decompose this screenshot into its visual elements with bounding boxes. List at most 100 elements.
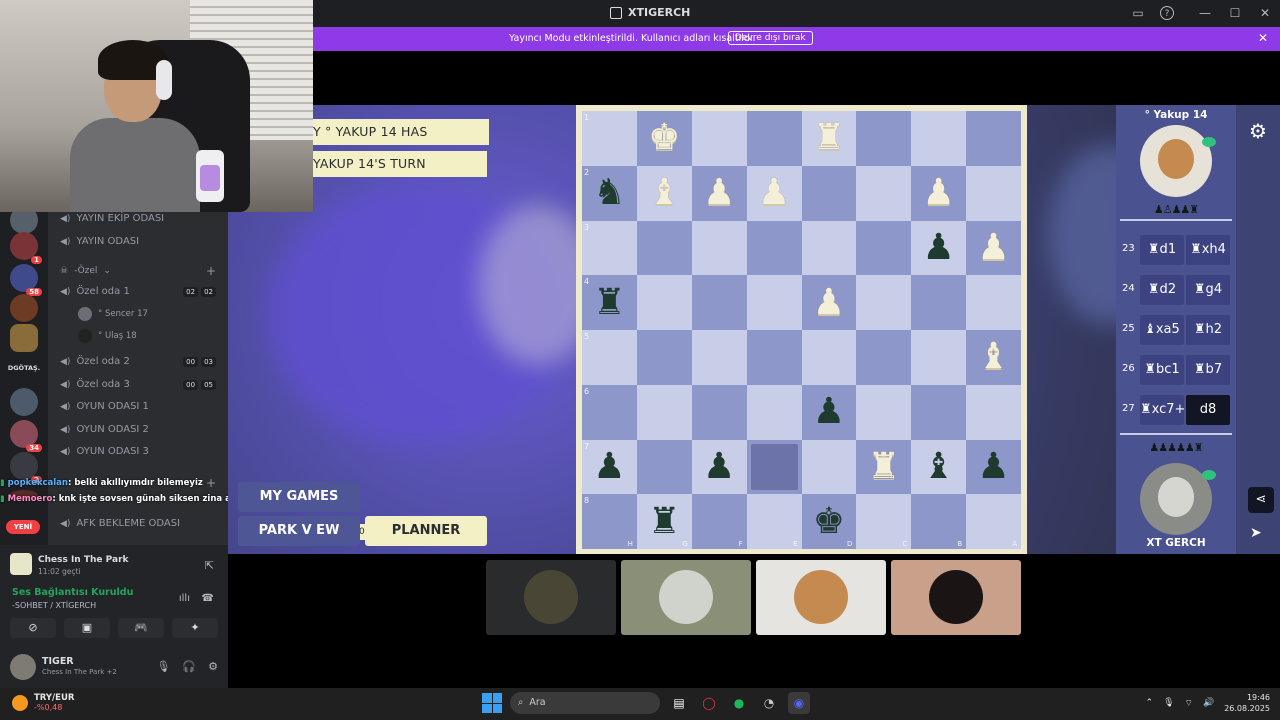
- board-square[interactable]: 6: [582, 384, 637, 440]
- activity-card[interactable]: Chess In The Park 11:02 geçti ⇱: [8, 549, 220, 583]
- board-square[interactable]: [746, 439, 802, 495]
- black-piece-R[interactable]: ♜: [648, 503, 680, 540]
- board-square[interactable]: [856, 384, 912, 440]
- board-square[interactable]: [801, 220, 857, 276]
- channel-yayin-odasi[interactable]: ◀) YAYIN ODASI: [60, 236, 139, 247]
- board-square[interactable]: [636, 330, 692, 385]
- board-square[interactable]: ♟: [746, 165, 802, 221]
- chevron-up-icon[interactable]: ⌃: [1146, 698, 1154, 708]
- channel-oyun-odasi-3[interactable]: ◀) OYUN ODASI 3: [60, 446, 149, 457]
- microphone-icon[interactable]: 🎙: [156, 660, 170, 673]
- app-icon[interactable]: ◔: [758, 692, 780, 714]
- file-icon[interactable]: ▤: [668, 692, 690, 714]
- board-square[interactable]: [856, 330, 912, 385]
- channel-afk[interactable]: ◀) AFK BEKLEME ODASI: [60, 518, 180, 529]
- board-square[interactable]: B: [911, 494, 967, 549]
- white-move[interactable]: ♝xa5: [1140, 315, 1184, 345]
- white-move[interactable]: ♜d1: [1140, 235, 1184, 265]
- black-piece-N[interactable]: ♞: [593, 175, 625, 211]
- board-square[interactable]: ♟: [966, 439, 1021, 495]
- volume-icon[interactable]: 🔊: [1203, 698, 1214, 708]
- taskbar-search[interactable]: ⌕ Ara: [510, 692, 660, 714]
- minimize-icon[interactable]: —: [1190, 0, 1220, 27]
- close-window-icon[interactable]: ✕: [1250, 0, 1280, 27]
- board-square[interactable]: [911, 111, 967, 166]
- white-piece-K[interactable]: ♚: [648, 120, 680, 156]
- board-square[interactable]: ♝: [966, 330, 1021, 385]
- leave-activity-icon[interactable]: ⇱: [205, 559, 214, 572]
- board-square[interactable]: ♟: [691, 165, 747, 221]
- board-square[interactable]: [636, 220, 692, 276]
- opponent-avatar[interactable]: [1140, 125, 1212, 197]
- screen-share-icon[interactable]: ▣: [64, 618, 110, 638]
- board-square[interactable]: A: [966, 494, 1021, 549]
- channel-oyun-odasi-2[interactable]: ◀) OYUN ODASI 2: [60, 424, 149, 435]
- black-piece-R[interactable]: ♜: [593, 284, 625, 321]
- spotify-icon[interactable]: ●: [728, 692, 750, 714]
- board-square[interactable]: [966, 165, 1021, 221]
- board-square[interactable]: [911, 275, 967, 330]
- board-square[interactable]: [636, 439, 692, 495]
- inbox-icon[interactable]: ▭: [1131, 6, 1145, 20]
- voice-channel-path[interactable]: -SOHBET / XTİGERCH: [12, 601, 96, 610]
- white-move[interactable]: ♜xc7+: [1140, 395, 1185, 425]
- white-move[interactable]: ♜d2: [1140, 275, 1184, 305]
- disconnect-icon[interactable]: ☎: [202, 593, 214, 604]
- send-icon[interactable]: ➤: [1250, 525, 1262, 541]
- board-square[interactable]: ♟: [801, 275, 857, 330]
- black-piece-P[interactable]: ♟: [813, 394, 845, 430]
- board-square[interactable]: [966, 384, 1021, 440]
- black-piece-P[interactable]: ♟: [703, 448, 735, 485]
- white-piece-R[interactable]: ♜: [868, 448, 900, 485]
- channel-yayin-ekip[interactable]: ◀) YAYIN EKİP ODASI: [60, 213, 164, 224]
- white-piece-P[interactable]: ♟: [977, 229, 1009, 266]
- username[interactable]: TIGER: [42, 656, 74, 667]
- avatar[interactable]: [10, 654, 36, 680]
- black-move[interactable]: d8: [1186, 395, 1230, 425]
- board-square[interactable]: [746, 384, 802, 440]
- opera-icon[interactable]: ◯: [698, 692, 720, 714]
- black-piece-P[interactable]: ♟: [593, 448, 625, 485]
- black-piece-P[interactable]: ♟: [923, 229, 955, 266]
- board-square[interactable]: [856, 220, 912, 276]
- white-piece-P[interactable]: ♟: [813, 284, 845, 321]
- help-icon[interactable]: ?: [1160, 6, 1174, 20]
- board-square[interactable]: [966, 275, 1021, 330]
- server-icon-8[interactable]: 2: [10, 452, 42, 484]
- soundboard-icon[interactable]: ✦: [172, 618, 218, 638]
- server-icon-7[interactable]: 34: [10, 420, 42, 452]
- board-square[interactable]: ♜: [801, 111, 857, 166]
- board-grid[interactable]: 1 ♚ ♜ 2 ♞ ♝ ♟ ♟ ♟ 3 ♟ ♟ 4 ♜ ♟ 5 ♝ 6 ♟ 7 ♟ ♟ ♜ ♝ ♟ 8 H G ♜ F E D ♚ C B A: [582, 111, 1021, 549]
- white-piece-B[interactable]: ♝: [977, 339, 1009, 375]
- channel-ozel-oda-1[interactable]: ◀) Özel oda 1: [60, 286, 130, 297]
- server-icon-2[interactable]: 1: [10, 232, 42, 264]
- share-icon[interactable]: ⋖: [1248, 487, 1274, 513]
- board-square[interactable]: [856, 111, 912, 166]
- board-square[interactable]: C: [856, 494, 912, 549]
- black-piece-K[interactable]: ♚: [813, 503, 845, 540]
- ticker-widget[interactable]: TRY/EUR -%0,48: [12, 693, 74, 712]
- board-square[interactable]: ♝: [911, 439, 967, 495]
- board-square[interactable]: [746, 111, 802, 166]
- board-square[interactable]: 5: [582, 330, 637, 385]
- black-move[interactable]: ♜xh4: [1186, 235, 1230, 265]
- black-move[interactable]: ♜h2: [1186, 315, 1230, 345]
- white-piece-R[interactable]: ♜: [813, 120, 845, 156]
- wifi-icon[interactable]: ⌔: [1185, 698, 1193, 709]
- add-channel-icon[interactable]: +: [206, 264, 216, 278]
- board-square[interactable]: ♟: [801, 384, 857, 440]
- board-square[interactable]: [691, 384, 747, 440]
- black-piece-B[interactable]: ♝: [923, 448, 955, 485]
- camera-off-icon[interactable]: ⊘: [10, 618, 56, 638]
- activity-icon[interactable]: 🎮: [118, 618, 164, 638]
- voice-member[interactable]: ° Ulaş 18: [78, 329, 137, 343]
- participant-tile[interactable]: [891, 560, 1021, 635]
- park-view-button[interactable]: PARK V EW: [238, 516, 360, 546]
- settings-gear-icon[interactable]: ⚙: [208, 660, 218, 673]
- board-square[interactable]: [856, 165, 912, 221]
- board-square[interactable]: [801, 165, 857, 221]
- clock[interactable]: 19:46 26.08.2025: [1224, 692, 1270, 714]
- board-square[interactable]: [746, 275, 802, 330]
- board-square[interactable]: [691, 330, 747, 385]
- board-square[interactable]: F: [691, 494, 747, 549]
